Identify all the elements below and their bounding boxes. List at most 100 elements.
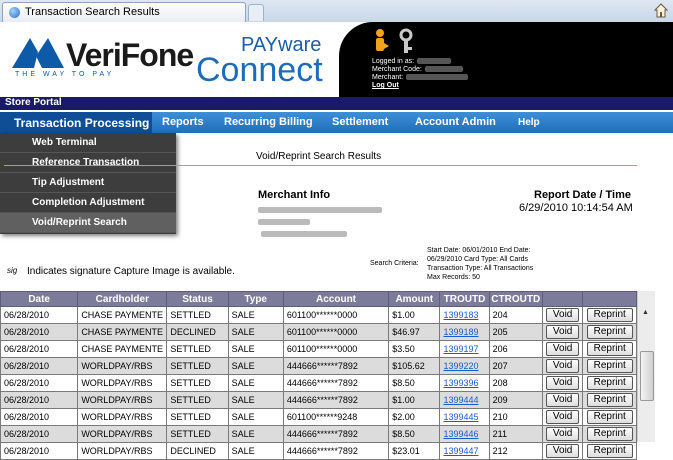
menu-item-web-terminal[interactable]: Web Terminal: [0, 133, 176, 153]
reprint-button[interactable]: Reprint: [586, 308, 633, 322]
connect-label: Connect: [196, 51, 323, 89]
cell-status: SETTLED: [166, 425, 229, 443]
cell-troutd[interactable]: 1399189: [439, 323, 490, 341]
cell-date: 06/28/2010: [0, 306, 79, 324]
cell-troutd[interactable]: 1399447: [439, 442, 490, 460]
void-button[interactable]: Void: [545, 393, 580, 407]
col-troutd[interactable]: TROUTD: [439, 291, 490, 307]
cell-date: 06/28/2010: [0, 340, 79, 358]
cell-account: 444666******7892: [282, 391, 390, 409]
scroll-up-icon[interactable]: ▲: [642, 309, 649, 316]
table-header-row: Date Cardholder Status Type Account Amou…: [0, 291, 637, 307]
cell-troutd[interactable]: 1399445: [439, 408, 490, 426]
void-button[interactable]: Void: [545, 376, 580, 390]
cell-account: 601100******0000: [282, 306, 390, 324]
store-portal-bar: Store Portal: [0, 97, 673, 110]
cell-date: 06/28/2010: [0, 374, 79, 392]
cell-reprint: Reprint: [582, 374, 637, 392]
table-row: 06/28/2010 WORLDPAY/RBS SETTLED SALE 444666*…: [0, 425, 637, 443]
table-row: 06/28/2010 WORLDPAY/RBS SETTLED SALE 444666*…: [0, 374, 637, 392]
reprint-button[interactable]: Reprint: [586, 359, 633, 373]
cell-account: 444666******7892: [282, 442, 390, 460]
reprint-button[interactable]: Reprint: [586, 444, 633, 458]
cell-date: 06/28/2010: [0, 442, 79, 460]
cell-status: DECLINED: [166, 323, 229, 341]
cell-amount: $23.01: [388, 442, 441, 460]
void-button[interactable]: Void: [545, 308, 580, 322]
nav-account-admin[interactable]: Account Admin: [415, 116, 496, 128]
void-button[interactable]: Void: [545, 325, 580, 339]
void-button[interactable]: Void: [545, 410, 580, 424]
col-status[interactable]: Status: [166, 291, 229, 307]
col-amount[interactable]: Amount: [388, 291, 441, 307]
cell-status: SETTLED: [166, 306, 229, 324]
menu-item-tip-adjustment[interactable]: Tip Adjustment: [0, 173, 176, 193]
cell-cardholder: CHASE PAYMENTE: [77, 306, 168, 324]
cell-account: 601100******9248: [282, 408, 390, 426]
nav-settlement[interactable]: Settlement: [332, 116, 388, 128]
col-type[interactable]: Type: [227, 291, 284, 307]
report-date-heading: Report Date / Time: [534, 189, 631, 201]
transaction-processing-menu: Web Terminal Reference Transaction Tip A…: [0, 133, 176, 234]
merchant-label: Merchant:: [372, 74, 404, 81]
cell-amount: $3.50: [388, 340, 441, 358]
user-key-icon: [376, 28, 413, 53]
reprint-button[interactable]: Reprint: [586, 410, 633, 424]
col-account[interactable]: Account: [282, 291, 390, 307]
cell-troutd[interactable]: 1399396: [439, 374, 490, 392]
cell-date: 06/28/2010: [0, 425, 79, 443]
cell-void: Void: [541, 442, 584, 460]
cell-troutd[interactable]: 1399220: [439, 357, 490, 375]
cell-troutd[interactable]: 1399197: [439, 340, 490, 358]
nav-recurring-billing[interactable]: Recurring Billing: [224, 116, 313, 128]
reprint-button[interactable]: Reprint: [586, 376, 633, 390]
cell-ctroutd: 205: [488, 323, 543, 341]
void-button[interactable]: Void: [545, 427, 580, 441]
table-row: 06/28/2010 WORLDPAY/RBS SETTLED SALE 444666*…: [0, 357, 637, 375]
cell-troutd[interactable]: 1399446: [439, 425, 490, 443]
cell-amount: $8.50: [388, 374, 441, 392]
results-scrollbar[interactable]: ▲: [637, 291, 655, 442]
cell-cardholder: WORLDPAY/RBS: [77, 357, 168, 375]
col-ctroutd[interactable]: CTROUTD: [488, 291, 543, 307]
cell-date: 06/28/2010: [0, 323, 79, 341]
reprint-button[interactable]: Reprint: [586, 393, 633, 407]
cell-account: 444666******7892: [282, 425, 390, 443]
cell-account: 601100******0000: [282, 323, 390, 341]
home-icon[interactable]: [654, 3, 668, 18]
criteria-line: Transaction Type: All Transactions: [427, 265, 534, 272]
cell-type: SALE: [227, 425, 284, 443]
cell-status: SETTLED: [166, 340, 229, 358]
reprint-button[interactable]: Reprint: [586, 325, 633, 339]
table-row: 06/28/2010 CHASE PAYMENTE SETTLED SALE 60110…: [0, 306, 637, 324]
void-button[interactable]: Void: [545, 342, 580, 356]
cell-cardholder: WORLDPAY/RBS: [77, 408, 168, 426]
cell-cardholder: WORLDPAY/RBS: [77, 442, 168, 460]
void-button[interactable]: Void: [545, 444, 580, 458]
reprint-button[interactable]: Reprint: [586, 427, 633, 441]
browser-tab[interactable]: Transaction Search Results: [2, 2, 246, 22]
logout-link[interactable]: Log Out: [372, 82, 399, 89]
cell-ctroutd: 204: [488, 306, 543, 324]
void-button[interactable]: Void: [545, 359, 580, 373]
new-tab-button[interactable]: [248, 4, 264, 21]
nav-help[interactable]: Help: [518, 117, 540, 128]
cell-type: SALE: [227, 306, 284, 324]
nav-reports[interactable]: Reports: [162, 116, 204, 128]
scroll-thumb[interactable]: [640, 351, 654, 401]
nav-transaction-processing[interactable]: Transaction Processing: [0, 112, 152, 133]
browser-tab-title: Transaction Search Results: [25, 6, 160, 18]
cell-troutd[interactable]: 1399444: [439, 391, 490, 409]
col-cardholder[interactable]: Cardholder: [77, 291, 168, 307]
menu-item-reference-transaction[interactable]: Reference Transaction: [0, 153, 176, 173]
cell-troutd[interactable]: 1399183: [439, 306, 490, 324]
cell-type: SALE: [227, 323, 284, 341]
menu-item-completion-adjustment[interactable]: Completion Adjustment: [0, 193, 176, 213]
signature-icon: sig: [7, 266, 18, 275]
cell-reprint: Reprint: [582, 425, 637, 443]
menu-item-void-reprint-search[interactable]: Void/Reprint Search: [0, 213, 176, 233]
cell-reprint: Reprint: [582, 391, 637, 409]
reprint-button[interactable]: Reprint: [586, 342, 633, 356]
logged-in-label: Logged in as:: [372, 58, 415, 65]
col-date[interactable]: Date: [0, 291, 79, 307]
